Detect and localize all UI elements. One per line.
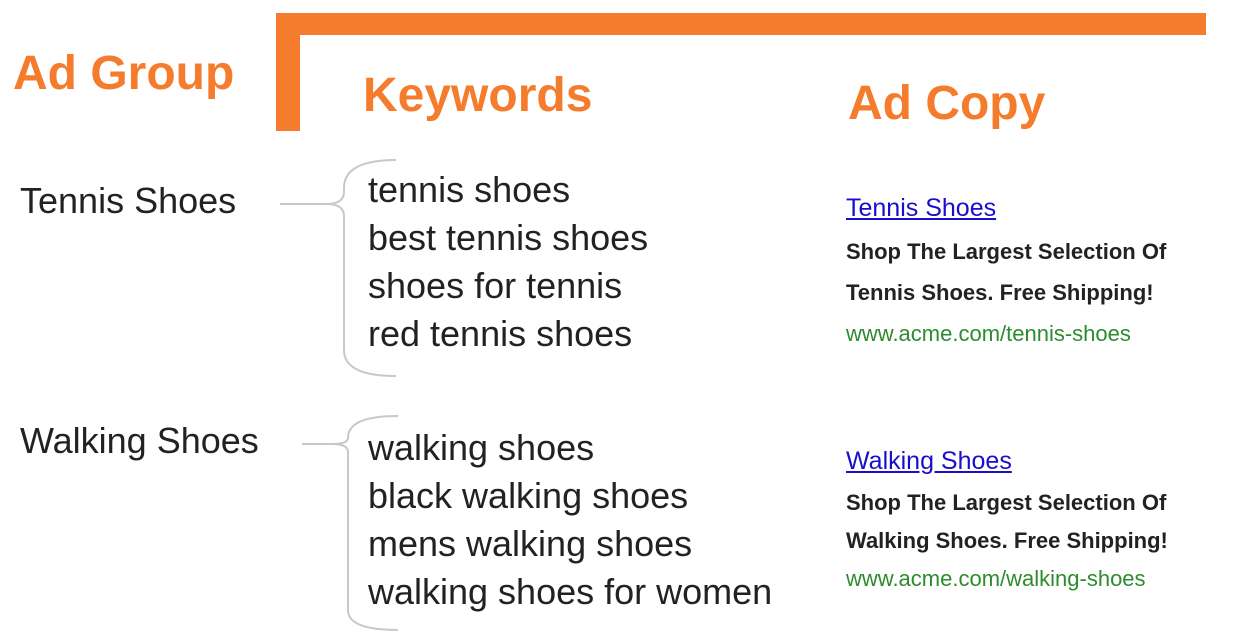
ad-description-line: Tennis Shoes. Free Shipping!	[846, 280, 1154, 305]
ad-copy-tennis: Tennis Shoes Shop The Largest Selection …	[846, 193, 1166, 354]
ad-display-url[interactable]: www.acme.com/tennis-shoes	[846, 313, 1166, 354]
header-bar-top	[276, 13, 1206, 35]
ad-title-link[interactable]: Tennis Shoes	[846, 193, 1166, 223]
ad-description-line: Walking Shoes. Free Shipping!	[846, 528, 1168, 553]
keyword-item: shoes for tennis	[368, 265, 623, 306]
ad-description-line: Shop The Largest Selection Of	[846, 490, 1167, 515]
keyword-item: walking shoes for women	[368, 571, 773, 612]
ad-group-name-walking: Walking Shoes	[20, 420, 259, 461]
ad-title-link[interactable]: Walking Shoes	[846, 446, 1168, 476]
ad-display-url[interactable]: www.acme.com/walking-shoes	[846, 560, 1168, 598]
header-ad-copy: Ad Copy	[848, 77, 1046, 130]
keyword-item: walking shoes	[368, 427, 595, 468]
ad-group-name-tennis: Tennis Shoes	[20, 180, 237, 221]
header-keywords: Keywords	[363, 69, 593, 122]
header-bar-left	[276, 13, 300, 131]
keyword-list-tennis: tennis shoes best tennis shoes shoes for…	[368, 166, 648, 358]
header-ad-group: Ad Group	[13, 47, 235, 100]
keyword-item: tennis shoes	[368, 169, 571, 210]
ad-description-line: Shop The Largest Selection Of	[846, 239, 1167, 264]
keyword-item: best tennis shoes	[368, 217, 649, 258]
ad-copy-walking: Walking Shoes Shop The Largest Selection…	[846, 446, 1168, 598]
keyword-item: mens walking shoes	[368, 523, 693, 564]
keyword-item: red tennis shoes	[368, 313, 633, 354]
keyword-item: black walking shoes	[368, 475, 689, 516]
keyword-list-walking: walking shoes black walking shoes mens w…	[368, 424, 772, 616]
